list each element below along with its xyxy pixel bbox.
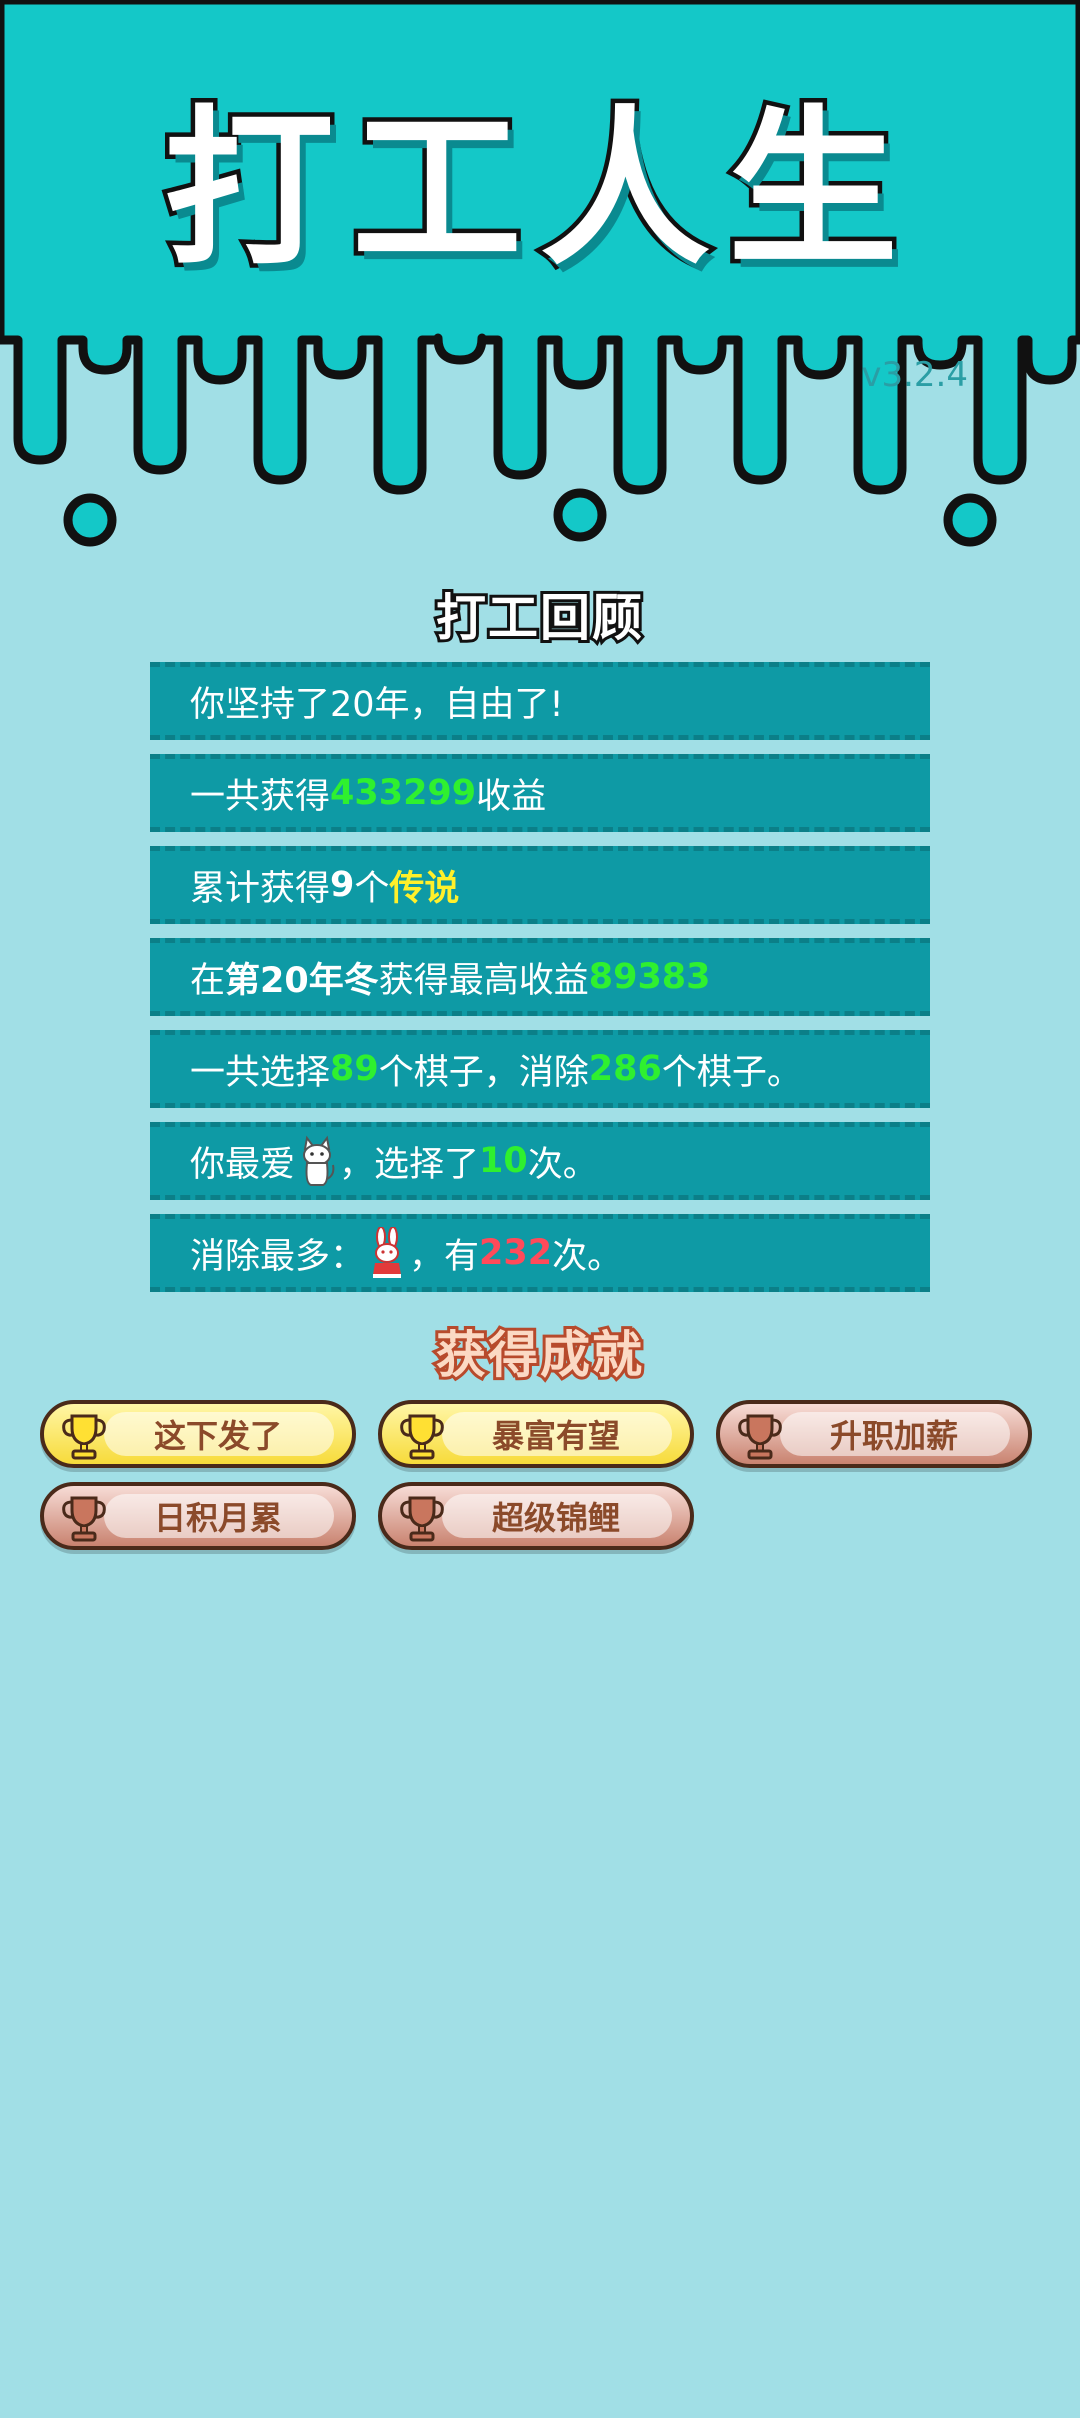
achievements-title: 获得成就 — [433, 1323, 645, 1387]
review-text: 个 — [354, 868, 390, 909]
review-text: 在 — [190, 960, 226, 1001]
version-label: v3.2.4 — [861, 355, 968, 395]
most-removed-count: 232 — [479, 1233, 553, 1273]
achievement-badge[interactable]: 暴富有望 — [378, 1400, 694, 1468]
review-row-favorite: 你最爱 ，选择了 10 次。 — [150, 1122, 930, 1200]
legend-count: 9 — [330, 865, 355, 905]
pieces-chosen-value: 89 — [330, 1049, 379, 1089]
pieces-removed-value: 286 — [588, 1049, 662, 1089]
review-text: 获得最高收益 — [378, 960, 589, 1001]
rabbit-icon — [373, 1227, 402, 1278]
achievement-label: 超级锦鲤 — [491, 1499, 620, 1537]
achievement-badge[interactable]: 这下发了 — [40, 1400, 356, 1468]
legend-label: 传说 — [389, 868, 460, 909]
review-text: 次。 — [527, 1144, 598, 1185]
review-row-most-removed: 消除最多： ，有 232 次。 — [150, 1214, 930, 1292]
achievement-label: 日积月累 — [153, 1499, 282, 1537]
achievements-grid: 这下发了 暴富有望 升职加薪 日积月累 超级锦鲤 — [40, 1400, 1050, 1550]
review-text: 个棋子，消除 — [378, 1052, 589, 1093]
achievement-label: 升职加薪 — [829, 1417, 958, 1455]
review-list: 你坚持了20年，自由了! 一共获得 433299 收益 累计获得 9 个传说 在 第20… — [150, 662, 930, 1306]
drip-drop — [553, 488, 607, 542]
drip-drop — [63, 493, 117, 547]
achievement-badge[interactable]: 升职加薪 — [716, 1400, 1032, 1468]
drip-drop — [943, 493, 997, 547]
achievement-badge[interactable]: 超级锦鲤 — [378, 1482, 694, 1550]
app-title: 打工人生 — [159, 91, 916, 289]
review-text: 累计获得 — [190, 868, 331, 909]
best-income-value: 89383 — [588, 957, 711, 997]
review-row-total-income: 一共获得 433299 收益 — [150, 754, 930, 832]
review-text: ，有 — [409, 1236, 480, 1277]
achievement-label: 暴富有望 — [491, 1417, 620, 1455]
review-text: 你坚持了20年，自由了! — [190, 684, 564, 725]
cat-icon — [303, 1135, 335, 1186]
best-season: 第20年冬 — [225, 960, 379, 1001]
total-income-value: 433299 — [330, 773, 477, 813]
review-text: 一共获得 — [190, 776, 331, 817]
review-text: 一共选择 — [190, 1052, 331, 1093]
achievement-badge[interactable]: 日积月累 — [40, 1482, 356, 1550]
review-row-years: 你坚持了20年，自由了! — [150, 662, 930, 740]
review-row-legends: 累计获得 9 个传说 — [150, 846, 930, 924]
review-title: 打工回顾 — [433, 586, 645, 650]
review-text: 个棋子。 — [661, 1052, 802, 1093]
review-text: ，选择了 — [339, 1144, 480, 1185]
review-text: 收益 — [476, 776, 547, 817]
review-text: 次。 — [552, 1236, 623, 1277]
review-row-best-season: 在 第20年冬 获得最高收益 89383 — [150, 938, 930, 1016]
review-text: 消除最多： — [190, 1236, 366, 1277]
review-row-pieces: 一共选择 89 个棋子，消除 286 个棋子。 — [150, 1030, 930, 1108]
header: 打工人生 v3.2.4 — [0, 0, 1080, 560]
achievement-label: 这下发了 — [153, 1417, 282, 1455]
review-text: 你最爱 — [190, 1144, 296, 1185]
favorite-count: 10 — [479, 1141, 528, 1181]
